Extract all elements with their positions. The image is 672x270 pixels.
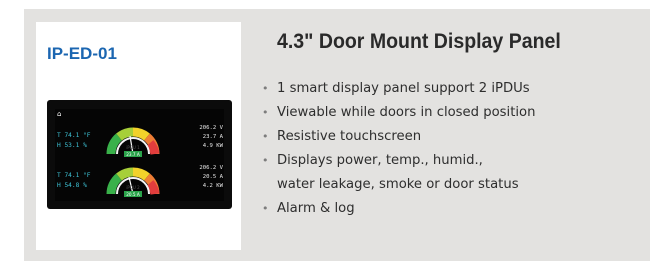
gauge-pdu-label: iPDU 1 (126, 145, 140, 150)
feature-item: • Alarm & log (262, 197, 535, 221)
feature-text: Alarm & log (277, 201, 355, 216)
gauge-pdu-label: iPDU 2 (126, 185, 140, 190)
display-panel-device: ⌂ T 74.1 °F H 53.1 % iPDU 1 23.7 A 206.2… (47, 100, 232, 209)
feature-item: • Displays power, temp., humid., (262, 149, 535, 173)
amperage-reading: 20.5 A (202, 174, 223, 180)
ipdu-row-1: T 74.1 °F H 53.1 % iPDU 1 23.7 A 206.2 V… (55, 122, 224, 162)
temperature-reading: T 74.1 °F (57, 172, 91, 179)
gauge-graphic: iPDU 2 20.5 A (106, 167, 160, 197)
amperage-reading: 23.7 A (202, 134, 223, 140)
feature-item: • Viewable while doors in closed position (262, 101, 535, 125)
bullet-icon: • (262, 154, 269, 167)
feature-item: • 1 smart display panel support 2 iPDUs (262, 77, 535, 101)
feature-item-continuation: water leakage, smoke or door status (262, 173, 535, 197)
power-reading: 4.9 KW (202, 143, 223, 149)
feature-item: • Resistive touchscreen (262, 125, 535, 149)
feature-text: water leakage, smoke or door status (277, 177, 519, 192)
power-readings: 206.2 V 23.7 A 4.9 KW (187, 124, 223, 151)
power-reading: 4.2 KW (202, 183, 223, 189)
gauge-current-value: 23.7 A (126, 152, 140, 157)
bullet-icon: • (262, 202, 269, 215)
feature-text: Viewable while doors in closed position (277, 105, 536, 120)
bullet-icon: • (262, 130, 269, 143)
gauge-current-value: 20.5 A (126, 192, 140, 197)
feature-text: Displays power, temp., humid., (277, 153, 483, 168)
env-readings: T 74.1 °F H 54.8 % (57, 171, 91, 191)
device-screen: ⌂ T 74.1 °F H 53.1 % iPDU 1 23.7 A 206.2… (55, 109, 224, 201)
voltage-reading: 206.2 V (199, 165, 223, 171)
current-gauge: iPDU 2 20.5 A (105, 164, 161, 198)
model-number: IP-ED-01 (47, 44, 117, 63)
bullet-icon: • (262, 106, 269, 119)
ipdu-row-2: T 74.1 °F H 54.8 % iPDU 2 20.5 A 206.2 V… (55, 162, 224, 202)
gauge-graphic: iPDU 1 23.7 A (106, 127, 160, 157)
voltage-reading: 206.2 V (199, 125, 223, 131)
feature-text: 1 smart display panel support 2 iPDUs (277, 81, 530, 96)
power-readings: 206.2 V 20.5 A 4.2 KW (187, 164, 223, 191)
bullet-icon: • (262, 82, 269, 95)
humidity-reading: H 53.1 % (57, 142, 87, 149)
home-icon: ⌂ (57, 110, 62, 118)
env-readings: T 74.1 °F H 53.1 % (57, 131, 91, 151)
current-gauge: iPDU 1 23.7 A (105, 124, 161, 158)
humidity-reading: H 54.8 % (57, 182, 87, 189)
temperature-reading: T 74.1 °F (57, 132, 91, 139)
feature-text: Resistive touchscreen (277, 129, 422, 144)
feature-list: • 1 smart display panel support 2 iPDUs •… (262, 77, 535, 221)
product-title: 4.3" Door Mount Display Panel (277, 30, 561, 53)
